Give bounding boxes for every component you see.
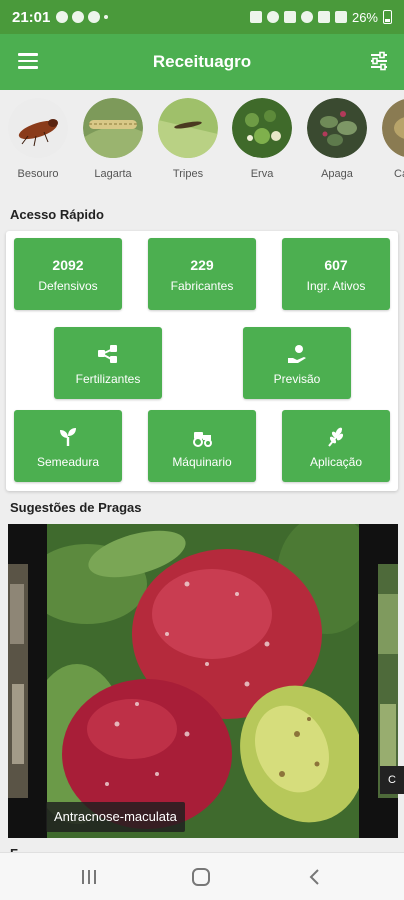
category-lagarta[interactable]: Lagarta	[83, 98, 143, 180]
category-carousel[interactable]: Besouro Lagarta Tripes Erva Apaga C	[0, 98, 404, 188]
aplicacao-button[interactable]: Aplicação	[282, 410, 390, 482]
hand-coin-icon	[288, 345, 306, 363]
fabricantes-label: Fabricantes	[170, 279, 234, 293]
maquinario-label: Máquinario	[172, 455, 232, 469]
maquinario-button[interactable]: Máquinario	[148, 410, 256, 482]
quick-access-title: Acesso Rápido	[10, 207, 104, 222]
category-label: Tripes	[172, 168, 204, 180]
alarm-icon	[266, 11, 279, 23]
thrips-image	[158, 98, 218, 158]
system-status: 26%	[249, 9, 392, 25]
tractor-icon	[193, 432, 212, 447]
category-apaga[interactable]: Apaga	[307, 98, 367, 180]
category-tripes[interactable]: Tripes	[158, 98, 218, 180]
weed-image	[232, 98, 292, 158]
category-label: Erva	[250, 168, 274, 180]
previsao-label: Previsão	[273, 372, 321, 386]
previous-pest-image[interactable]	[8, 564, 28, 798]
category-partial[interactable]: Ca	[382, 98, 404, 180]
hamburger-menu-icon[interactable]	[18, 53, 38, 69]
recent-apps-icon[interactable]	[78, 867, 100, 887]
category-label: Besouro	[17, 168, 59, 180]
cloud-icon	[88, 11, 101, 23]
next-pest-label: C	[380, 766, 404, 794]
mute-icon	[283, 11, 296, 23]
category-label: Lagarta	[94, 168, 132, 180]
pest-suggestions-title: Sugestões de Pragas	[10, 500, 142, 515]
pinterest-icon	[72, 11, 85, 23]
beetle-image	[8, 98, 68, 158]
signal-icon	[334, 11, 347, 23]
network-icon	[98, 345, 117, 363]
quick-access-card: 2092 Defensivos 229 Fabricantes 607 Ingr…	[6, 231, 398, 491]
dot-icon	[104, 15, 109, 19]
pest-image[interactable]	[47, 524, 359, 838]
category-label: Ca	[394, 168, 404, 180]
fertilizantes-label: Fertilizantes	[75, 372, 141, 386]
category-erva[interactable]: Erva	[232, 98, 292, 180]
wheat-icon	[328, 427, 344, 447]
fabricantes-count: 229	[190, 257, 214, 273]
defensivos-button[interactable]: 2092 Defensivos	[14, 238, 122, 310]
category-label: Apaga	[321, 168, 353, 180]
plant-image	[307, 98, 367, 158]
defensivos-count: 2092	[52, 257, 84, 273]
ingredientes-count: 607	[324, 257, 348, 273]
seedling-icon	[60, 428, 76, 446]
status-time: 21:01	[12, 8, 51, 26]
whatsapp-icon	[56, 11, 69, 23]
battery-percent: 26%	[351, 9, 378, 25]
status-bar: 21:01 26%	[0, 0, 404, 34]
battery-icon	[383, 10, 392, 24]
next-pest-image[interactable]	[378, 564, 398, 798]
ingredientes-ativos-button[interactable]: 607 Ingr. Ativos	[282, 238, 390, 310]
hotspot-icon	[300, 11, 313, 23]
pest-name-label: Antracnose-maculata	[46, 802, 185, 832]
home-icon[interactable]	[190, 867, 212, 887]
plant-image	[382, 99, 404, 157]
notification-icons	[56, 11, 109, 23]
sliders-icon[interactable]	[368, 50, 390, 72]
semeadura-label: Semeadura	[36, 455, 100, 469]
volte-icon	[317, 11, 330, 23]
aplicacao-label: Aplicação	[309, 455, 363, 469]
caterpillar-image	[83, 98, 143, 158]
nfc-icon	[249, 11, 262, 23]
pest-carousel[interactable]	[8, 524, 398, 838]
semeadura-button[interactable]: Semeadura	[14, 410, 122, 482]
previsao-button[interactable]: Previsão	[243, 327, 351, 399]
ingredientes-label: Ingr. Ativos	[306, 279, 366, 293]
back-icon[interactable]	[304, 867, 326, 887]
category-besouro[interactable]: Besouro	[8, 98, 68, 180]
fabricantes-button[interactable]: 229 Fabricantes	[148, 238, 256, 310]
fertilizantes-button[interactable]: Fertilizantes	[54, 327, 162, 399]
app-title: Receituagro	[152, 52, 252, 71]
app-bar: Receituagro	[0, 34, 404, 90]
defensivos-label: Defensivos	[38, 279, 98, 293]
system-navigation-bar	[0, 852, 404, 900]
